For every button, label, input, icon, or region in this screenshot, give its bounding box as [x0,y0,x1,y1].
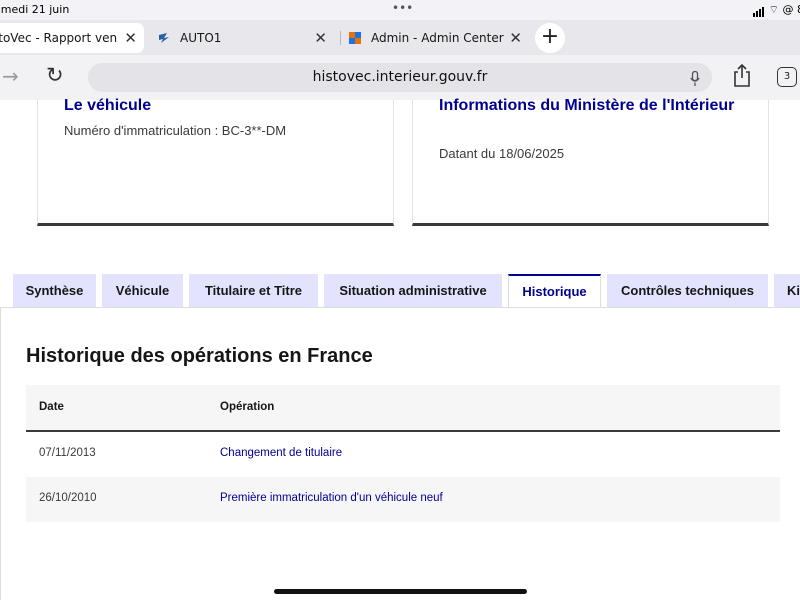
tab-title: AUTO1 [180,31,222,45]
ministry-card: Informations du Ministère de l'Intérieur… [412,97,769,226]
tab-kilometrage[interactable]: Ki [774,274,800,307]
forward-arrow-icon[interactable]: → [2,64,19,88]
card-title[interactable]: Le véhicule [64,94,151,117]
column-header-operation: Opération [220,401,275,413]
status-icons: ⌔ @ 8 [753,3,800,17]
table-row: 07/11/2013 Changement de titulaire [26,432,780,477]
status-bar: amedi 21 juin ••• ⌔ @ 8 [0,0,800,20]
browser-tab-histovec[interactable]: stoVec - Rapport vend ✕ [0,23,144,53]
history-table: Date Opération 07/11/2013 Changement de … [26,385,780,522]
tab-controles[interactable]: Contrôles techniques [607,274,768,307]
reload-icon[interactable]: ↻ [46,63,64,87]
tab-vehicule[interactable]: Véhicule [102,274,183,307]
tab-synthese[interactable]: Synthèse [13,274,96,307]
tab-count-button[interactable]: 3 [777,67,797,87]
card-description: Numéro d'immatriculation : BC-3**-DM [64,123,287,138]
url-text: histovec.interieur.gouv.fr [312,69,488,85]
address-bar[interactable]: histovec.interieur.gouv.fr [88,63,712,92]
cell-operation[interactable]: Première immatriculation d'un véhicule n… [220,492,443,504]
tab-titulaire[interactable]: Titulaire et Titre [189,274,318,307]
admin-icon [349,32,361,44]
signal-icon [753,4,765,17]
status-date: amedi 21 juin [0,3,70,16]
table-header: Date Opération [26,385,780,432]
report-tabs: Synthèse Véhicule Titulaire et Titre Sit… [0,274,800,308]
microphone-icon[interactable] [690,69,700,86]
wifi-icon: ⌔ [768,3,779,16]
page-content: Le véhicule Numéro d'immatriculation : B… [0,97,800,600]
cell-operation[interactable]: Changement de titulaire [220,447,342,459]
browser-tab-admin[interactable]: Admin - Admin Center ✕ [349,23,529,53]
table-row: 26/10/2010 Première immatriculation d'un… [26,477,780,522]
section-title: Historique des opérations en France [26,345,373,367]
tab-historique[interactable]: Historique [508,274,601,308]
column-header-date: Date [39,401,64,413]
browser-tab-strip: stoVec - Rapport vend ✕ AUTO1 ✕ Admin - … [0,20,800,55]
new-tab-button[interactable]: + [535,23,565,53]
close-icon[interactable]: ✕ [314,29,327,47]
location-icon: @ [782,3,794,16]
close-icon[interactable]: ✕ [124,29,137,47]
home-indicator[interactable] [274,589,527,594]
multitasking-dots-icon[interactable]: ••• [392,1,413,15]
auto1-icon [158,32,170,44]
vehicle-card: Le véhicule Numéro d'immatriculation : B… [37,97,394,226]
card-title[interactable]: Informations du Ministère de l'Intérieur [439,94,739,117]
card-description: Datant du 18/06/2025 [439,146,565,161]
share-icon[interactable] [733,63,751,88]
tab-title: Admin - Admin Center [371,31,504,45]
tab-title: stoVec - Rapport vend [0,31,117,45]
cell-date: 07/11/2013 [39,447,96,459]
tab-separator [340,31,341,45]
tab-situation[interactable]: Situation administrative [324,274,502,307]
browser-tab-auto1[interactable]: AUTO1 ✕ [158,23,334,53]
cell-date: 26/10/2010 [39,492,97,504]
close-icon[interactable]: ✕ [509,29,522,47]
